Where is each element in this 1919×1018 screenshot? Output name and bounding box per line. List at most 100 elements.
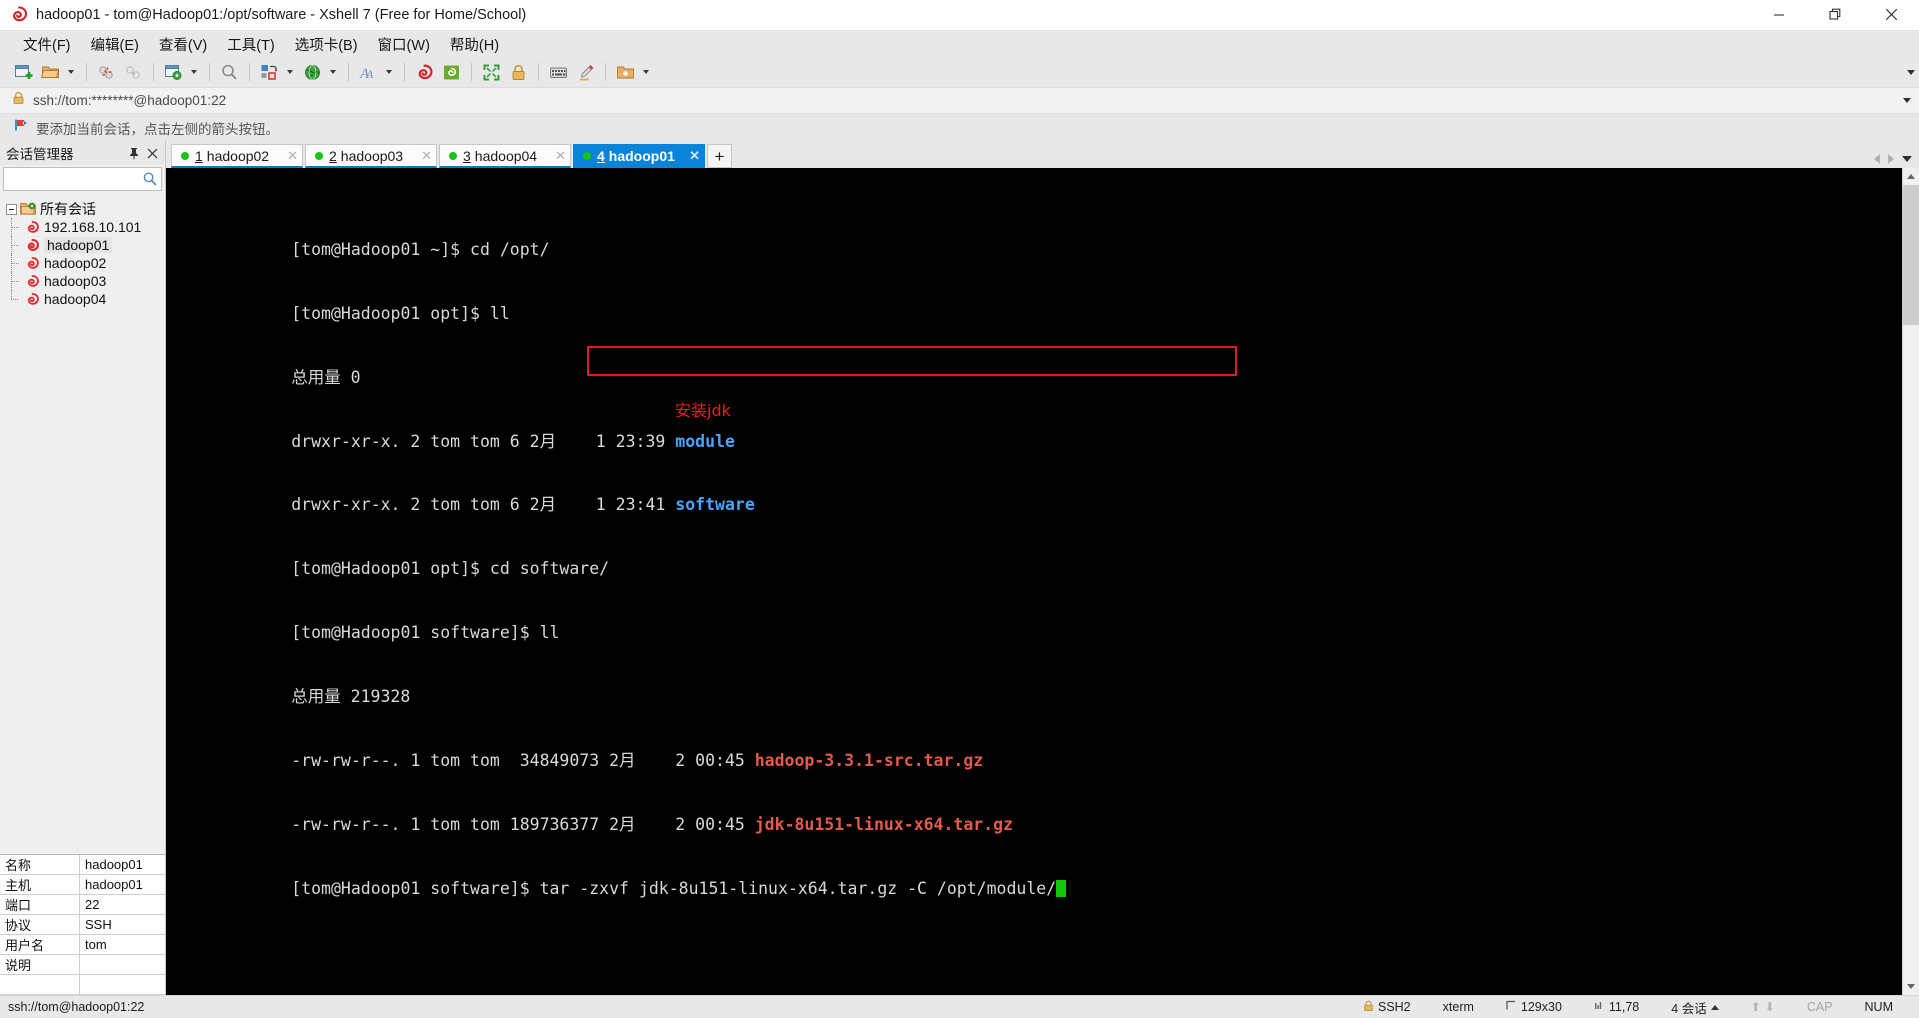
session-manager-panel: 会话管理器 所有会话 192.168.10.101 hadoop01 hadoo… — [0, 141, 166, 995]
tab-hadoop01[interactable]: 4 hadoop01 ✕ — [573, 144, 705, 168]
session-properties-dropdown-icon[interactable] — [187, 59, 200, 85]
lock-icon[interactable] — [505, 59, 531, 85]
menu-edit[interactable]: 编辑(E) — [82, 31, 148, 58]
close-button[interactable] — [1863, 0, 1919, 30]
menu-file[interactable]: 文件(F) — [14, 31, 80, 58]
search-icon[interactable] — [142, 171, 158, 192]
add-folder-dropdown-icon[interactable] — [639, 59, 652, 85]
tab-list-dropdown-icon[interactable] — [1902, 156, 1912, 162]
tab-close-icon[interactable]: ✕ — [409, 149, 432, 162]
status-caps-lock: CAP — [1806, 1000, 1833, 1014]
scrollbar-track[interactable] — [1903, 325, 1919, 978]
tab-close-icon[interactable]: ✕ — [543, 149, 566, 162]
terminal-output[interactable]: [tom@Hadoop01 ~]$ cd /opt/ [tom@Hadoop01… — [166, 168, 1902, 995]
scrollbar-thumb[interactable] — [1903, 185, 1919, 325]
property-value: hadoop01 — [80, 875, 165, 894]
tab-hadoop03[interactable]: 2 hadoop03 ✕ — [305, 144, 437, 168]
tab-scroll-left-icon[interactable] — [1874, 154, 1880, 164]
property-value: tom — [80, 935, 165, 954]
terminal-scrollbar[interactable] — [1902, 168, 1919, 995]
fullscreen-icon[interactable] — [478, 59, 504, 85]
close-panel-icon[interactable] — [144, 144, 161, 162]
disconnect-icon[interactable] — [93, 59, 119, 85]
open-folder-icon[interactable] — [37, 59, 63, 85]
add-folder-icon[interactable] — [612, 59, 638, 85]
new-session-icon[interactable] — [10, 59, 36, 85]
property-key: 说明 — [0, 955, 80, 974]
tab-hadoop02[interactable]: 1 hadoop02 ✕ — [171, 144, 303, 168]
session-item-hadoop01[interactable]: hadoop01 — [0, 236, 165, 254]
status-bar: ssh://tom@hadoop01:22 SSH2 xterm 129x30 — [0, 995, 1919, 1018]
terminal-dirname: software — [675, 495, 755, 515]
transfer-icon[interactable] — [256, 59, 282, 85]
table-row: 说明 — [0, 955, 165, 975]
globe-dropdown-icon[interactable] — [326, 59, 339, 85]
open-folder-dropdown-icon[interactable] — [64, 59, 77, 85]
keyboard-icon[interactable] — [545, 59, 571, 85]
toolbar-separator — [209, 63, 210, 81]
status-size: 129x30 — [1490, 1000, 1578, 1014]
link-icon[interactable] — [120, 59, 146, 85]
new-tab-button[interactable]: + — [707, 144, 732, 168]
session-item-hadoop04[interactable]: hadoop04 — [0, 290, 165, 308]
xshell-session-icon — [25, 220, 40, 235]
session-tree: 所有会话 192.168.10.101 hadoop01 hadoop02 ha… — [0, 194, 165, 854]
toolbar-separator — [404, 63, 405, 81]
size-icon — [1506, 1000, 1517, 1014]
address-value[interactable]: ssh://tom:********@hadoop01:22 — [33, 93, 226, 108]
caret-up-icon[interactable] — [1710, 1004, 1719, 1010]
terminal-text: drwxr-xr-x. 2 tom tom 6 2月 1 23:41 — [291, 495, 676, 515]
collapse-icon[interactable] — [6, 203, 17, 215]
tab-hadoop04[interactable]: 3 hadoop04 ✕ — [439, 144, 571, 168]
scroll-down-icon[interactable] — [1903, 978, 1919, 995]
red-flag-icon — [14, 118, 28, 137]
terminal-text: 总用量 219328 — [291, 687, 411, 707]
minimize-button[interactable] — [1751, 0, 1807, 30]
xshell-icon[interactable] — [411, 59, 437, 85]
session-search-box[interactable] — [3, 167, 162, 191]
chevron-down-icon[interactable] — [1903, 98, 1911, 103]
tab-label: hadoop01 — [608, 147, 675, 164]
menu-help[interactable]: 帮助(H) — [441, 31, 508, 58]
terminal-line: 总用量 219328 — [172, 665, 1902, 706]
session-properties-icon[interactable] — [160, 59, 186, 85]
session-search-input[interactable] — [4, 168, 161, 190]
menu-tools[interactable]: 工具(T) — [218, 31, 284, 58]
window-title: hadoop01 - tom@Hadoop01:/opt/software - … — [36, 6, 527, 23]
status-cursor-label: 11,78 — [1608, 1000, 1640, 1014]
restore-button[interactable] — [1807, 0, 1863, 30]
status-sessions[interactable]: 4 会话 — [1655, 998, 1734, 1017]
tree-root-all-sessions[interactable]: 所有会话 — [0, 200, 165, 218]
find-icon[interactable] — [216, 59, 242, 85]
globe-icon[interactable] — [299, 59, 325, 85]
tree-root-label: 所有会话 — [40, 201, 96, 217]
tab-close-icon[interactable]: ✕ — [677, 149, 700, 162]
pin-icon[interactable] — [125, 144, 142, 162]
terminal-dirname: module — [675, 431, 735, 451]
address-bar[interactable]: ssh://tom:********@hadoop01:22 — [0, 87, 1919, 114]
font-dropdown-icon[interactable] — [382, 59, 395, 85]
table-row: 端口 22 — [0, 895, 165, 915]
font-icon[interactable]: A A — [355, 59, 381, 85]
tab-nav-controls — [1874, 154, 1919, 168]
session-item-hadoop03[interactable]: hadoop03 — [0, 272, 165, 290]
property-key: 协议 — [0, 915, 80, 934]
menu-tab[interactable]: 选项卡(B) — [286, 31, 367, 58]
menu-window[interactable]: 窗口(W) — [369, 31, 439, 58]
highlight-pen-icon[interactable] — [572, 59, 598, 85]
tab-scroll-right-icon[interactable] — [1888, 154, 1894, 164]
connected-status-icon — [449, 151, 457, 160]
table-row: 名称 hadoop01 — [0, 855, 165, 875]
status-sessions-label: 4 会话 — [1671, 1001, 1707, 1016]
property-value — [80, 975, 165, 994]
xftp-icon[interactable] — [438, 59, 464, 85]
session-item-192-168-10-101[interactable]: 192.168.10.101 — [0, 218, 165, 236]
transfer-dropdown-icon[interactable] — [283, 59, 296, 85]
tab-close-icon[interactable]: ✕ — [275, 149, 298, 162]
toolbar-overflow-button[interactable] — [1907, 57, 1915, 87]
scroll-up-icon[interactable] — [1903, 168, 1919, 185]
session-item-hadoop02[interactable]: hadoop02 — [0, 254, 165, 272]
session-label: hadoop02 — [44, 255, 107, 271]
menu-view[interactable]: 查看(V) — [150, 31, 216, 58]
terminal-line: [tom@Hadoop01 ~]$ cd /opt/ — [172, 218, 1902, 259]
